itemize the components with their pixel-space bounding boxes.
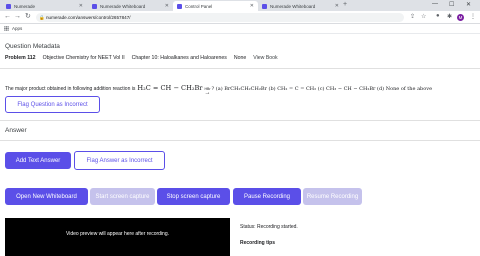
preview-placeholder: Video preview will appear here after rec…	[65, 231, 170, 237]
chapter-title: Chapter 10: Haloalkanes and Haloarenes	[131, 55, 227, 61]
metadata-row: Problem 112 Objective Chemistry for NEET…	[5, 55, 278, 61]
recording-status: Status: Recording started.	[240, 224, 298, 230]
tab-title: Numerade Whiteboard	[100, 3, 146, 9]
close-tab-icon[interactable]: ✕	[250, 3, 254, 9]
divider	[0, 120, 480, 121]
apps-grid-icon	[4, 26, 9, 31]
bookmarks-bar: Apps	[0, 24, 480, 34]
lock-icon: 🔒	[39, 15, 45, 20]
pause-recording-button[interactable]: Pause Recording	[233, 188, 301, 205]
resume-recording-button[interactable]: Resume Recording	[303, 188, 362, 205]
numerade-icon	[6, 3, 11, 9]
book-title: Objective Chemistry for NEET Vol II	[42, 55, 125, 61]
question-text: The major product obtained in following …	[5, 84, 433, 96]
maximize-icon[interactable]: ☐	[449, 1, 454, 8]
forward-icon[interactable]: →	[14, 13, 21, 21]
close-tab-icon[interactable]: ✕	[335, 3, 339, 9]
avatar[interactable]: M	[457, 14, 464, 21]
add-text-answer-button[interactable]: Add Text Answer	[5, 152, 71, 169]
browser-tab-1[interactable]: Numerade ✕	[2, 1, 87, 11]
reload-icon[interactable]: ↻	[25, 13, 31, 21]
new-tab-icon[interactable]: +	[343, 1, 347, 8]
tab-bar: Numerade ✕ Numerade Whiteboard ✕ Control…	[0, 0, 480, 11]
close-tab-icon[interactable]: ✕	[165, 3, 169, 9]
start-capture-button[interactable]: Start screen capture	[90, 188, 155, 205]
tab-title: Numerade	[14, 3, 36, 9]
answer-heading: Answer	[5, 127, 27, 134]
close-tab-icon[interactable]: ✕	[79, 3, 83, 9]
numerade-icon	[92, 3, 97, 9]
menu-icon[interactable]: ⋮	[470, 13, 476, 20]
browser-tab-2[interactable]: Numerade Whiteboard ✕	[88, 1, 173, 11]
question-options: ? (a) BrCH₂CH₂CH₂Br (b) CH₂ = C = CH₂ (c…	[211, 86, 433, 92]
browser-tab-4[interactable]: Numerade Whiteboard ✕	[258, 1, 343, 11]
extension-icon[interactable]: ●	[436, 13, 440, 19]
tab-title: Control Panel	[185, 3, 213, 9]
browser-tab-3[interactable]: Control Panel ✕	[173, 1, 258, 11]
arrow-icon: →	[204, 90, 211, 96]
divider	[0, 140, 480, 141]
problem-number: Problem 112	[5, 55, 36, 61]
close-window-icon[interactable]: ✕	[466, 1, 471, 8]
view-book-link[interactable]: View Book	[253, 55, 277, 61]
reaction-arrow: HBr →	[204, 87, 211, 96]
metadata-title: Question Metadata	[5, 43, 60, 50]
stop-capture-button[interactable]: Stop screen capture	[157, 188, 230, 205]
apps-bookmark[interactable]: Apps	[4, 26, 22, 31]
share-icon[interactable]: ⇪	[410, 13, 415, 20]
recording-tips-heading: Recording tips	[240, 240, 276, 246]
url-text: numerade.com/answers/control/2657847/	[46, 15, 131, 20]
question-prefix: The major product obtained in following …	[5, 86, 136, 92]
flag-answer-button[interactable]: Flag Answer as Incorrect	[74, 151, 165, 170]
control-panel-icon	[177, 3, 182, 9]
minimize-icon[interactable]: —	[432, 1, 438, 7]
url-input[interactable]: 🔒 numerade.com/answers/control/2657847/	[36, 13, 404, 22]
open-whiteboard-button[interactable]: Open New Whiteboard	[5, 188, 88, 205]
address-bar: ← → ↻ 🔒 numerade.com/answers/control/265…	[0, 11, 480, 24]
back-icon[interactable]: ←	[4, 13, 11, 21]
apps-label: Apps	[12, 26, 23, 31]
extensions-puzzle-icon[interactable]: ✱	[447, 13, 452, 20]
numerade-icon	[262, 3, 267, 9]
flag-question-button[interactable]: Flag Question as Incorrect	[5, 96, 100, 113]
section-title: None	[233, 55, 247, 61]
video-preview: Video preview will appear here after rec…	[5, 218, 230, 256]
tab-title: Numerade Whiteboard	[270, 3, 316, 9]
reactant-formula: H₂C = CH − CH₂Br	[137, 84, 203, 92]
bookmark-star-icon[interactable]: ☆	[421, 13, 426, 20]
divider	[0, 68, 480, 69]
